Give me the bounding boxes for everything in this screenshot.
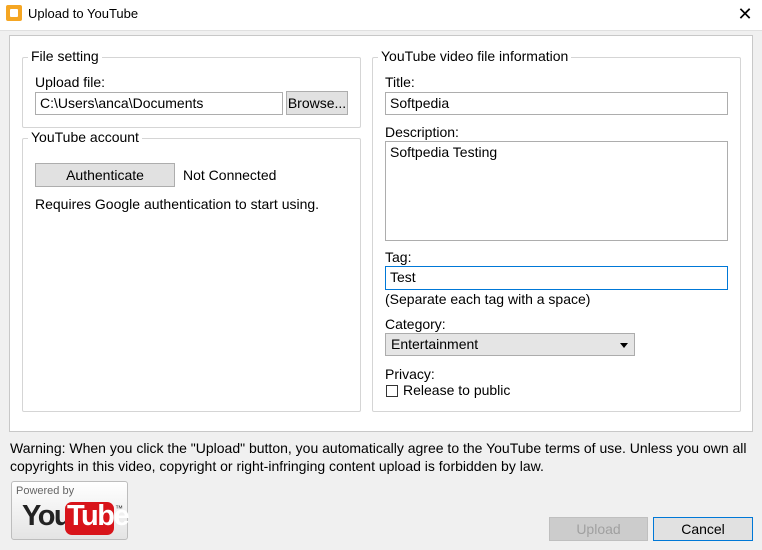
category-value: Entertainment [391,336,479,352]
dialog-body: File setting Upload file: C:\Users\anca\… [0,30,762,550]
video-info-title: YouTube video file information [378,48,572,64]
upload-file-label: Upload file: [35,74,106,90]
description-textarea[interactable]: Softpedia Testing [385,141,728,241]
title-bar: Upload to YouTube ✕ [0,0,762,30]
file-setting-title: File setting [28,48,102,64]
browse-button[interactable]: Browse... [286,91,348,115]
release-to-public-label: Release to public [403,382,511,398]
file-setting-group: File setting Upload file: C:\Users\anca\… [22,48,361,128]
auth-requirement-note: Requires Google authentication to start … [35,196,320,212]
cancel-button[interactable]: Cancel [653,517,753,541]
category-select[interactable]: Entertainment [385,333,635,356]
chevron-down-icon [620,343,628,348]
release-to-public-checkbox[interactable] [386,385,398,397]
description-label: Description: [385,124,459,140]
app-icon [6,5,22,21]
powered-by-youtube-logo: Powered by You Tube ™ [11,481,130,540]
title-label: Title: [385,74,415,90]
window-title: Upload to YouTube [28,6,139,21]
authenticate-button[interactable]: Authenticate [35,163,175,187]
tag-label: Tag: [385,249,412,265]
title-input[interactable]: Softpedia [385,92,728,115]
youtube-account-group: YouTube account Authenticate Not Connect… [22,129,361,412]
upload-button[interactable]: Upload [549,517,648,541]
category-label: Category: [385,316,446,332]
upload-file-input[interactable]: C:\Users\anca\Documents [35,92,283,115]
youtube-account-title: YouTube account [28,129,142,145]
video-info-group: YouTube video file information Title: So… [372,48,741,412]
logo-you-text: You [22,500,72,532]
connection-status: Not Connected [183,167,277,183]
warning-text-line1: Warning: When you click the "Upload" but… [10,440,747,456]
privacy-label: Privacy: [385,366,435,382]
settings-panel: File setting Upload file: C:\Users\anca\… [9,35,753,432]
logo-trademark: ™ [115,504,123,513]
warning-text-line2: copyrights in this video, copyright or r… [10,458,544,474]
tag-input[interactable]: Test [385,266,728,290]
close-button[interactable]: ✕ [730,2,760,26]
tag-hint: (Separate each tag with a space) [385,291,591,307]
powered-by-label: Powered by [16,485,75,497]
